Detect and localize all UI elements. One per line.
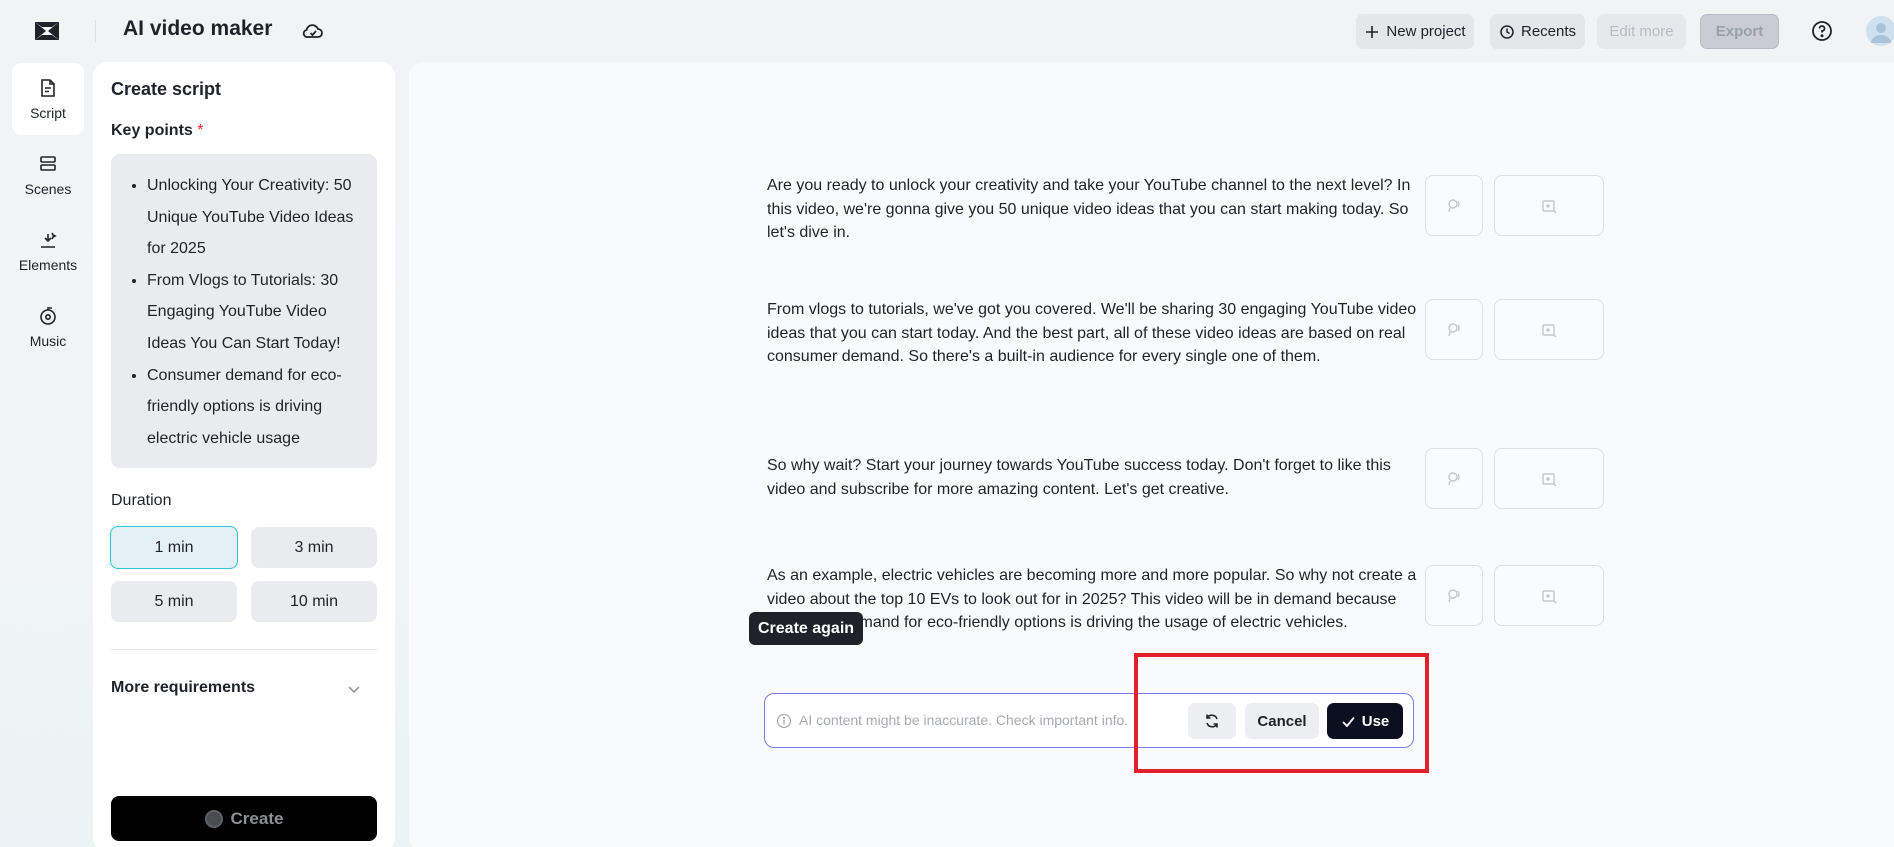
voiceover-button[interactable] bbox=[1425, 299, 1483, 360]
ai-disclaimer: AI content might be inaccurate. Check im… bbox=[799, 712, 1129, 728]
music-icon bbox=[40, 307, 56, 325]
help-icon[interactable] bbox=[1810, 19, 1834, 43]
duration-3-min-button[interactable]: 3 min bbox=[251, 527, 377, 568]
rail-item-scenes[interactable]: Scenes bbox=[12, 139, 84, 211]
add-media-icon bbox=[1542, 589, 1557, 603]
create-script-panel: Create script Key points * Unlocking You… bbox=[93, 62, 395, 847]
edit-more-button[interactable]: Edit more bbox=[1597, 14, 1686, 49]
loading-spinner-icon bbox=[204, 809, 223, 828]
key-point-item: Unlocking Your Creativity: 50 Unique You… bbox=[147, 170, 363, 265]
info-icon bbox=[776, 713, 792, 729]
highlight-box bbox=[1134, 653, 1429, 773]
duration-5-min-button[interactable]: 5 min bbox=[111, 581, 237, 622]
voice-icon bbox=[1448, 198, 1460, 212]
rail-label-script: Script bbox=[30, 105, 66, 121]
key-points-list: Unlocking Your Creativity: 50 Unique You… bbox=[147, 170, 363, 454]
history-icon bbox=[1500, 24, 1514, 39]
rail-label-elements: Elements bbox=[18, 257, 78, 273]
duration-10-min-button[interactable]: 10 min bbox=[251, 581, 377, 622]
recents-label: Recents bbox=[1520, 23, 1577, 40]
key-points-label-text: Key points bbox=[111, 122, 193, 139]
voice-icon bbox=[1448, 471, 1460, 485]
export-button[interactable]: Export bbox=[1700, 14, 1779, 49]
header-divider bbox=[95, 20, 96, 42]
rail-label-music: Music bbox=[29, 333, 67, 349]
elements-icon bbox=[41, 232, 57, 248]
rail-label-scenes: Scenes bbox=[24, 181, 72, 197]
scenes-icon bbox=[40, 156, 56, 171]
script-paragraph[interactable]: Are you ready to unlock your creativity … bbox=[767, 174, 1417, 245]
add-media-button[interactable] bbox=[1494, 565, 1604, 626]
key-point-item: Consumer demand for eco-friendly options… bbox=[147, 360, 363, 455]
create-again-tooltip: Create again bbox=[749, 612, 864, 645]
add-media-icon bbox=[1542, 323, 1557, 337]
duration-1-min-button[interactable]: 1 min bbox=[110, 526, 238, 569]
panel-divider bbox=[111, 649, 377, 650]
script-paragraph[interactable]: From vlogs to tutorials, we've got you c… bbox=[767, 298, 1417, 369]
key-points-input[interactable]: Unlocking Your Creativity: 50 Unique You… bbox=[111, 154, 377, 468]
duration-label: Duration bbox=[111, 492, 172, 509]
recents-button[interactable]: Recents bbox=[1490, 14, 1585, 49]
script-paragraph[interactable]: As an example, electric vehicles are bec… bbox=[767, 564, 1417, 635]
panel-title: Create script bbox=[111, 79, 222, 99]
left-nav-rail: Script Scenes Elements Music bbox=[0, 62, 92, 847]
more-requirements-toggle[interactable]: More requirements bbox=[111, 679, 255, 697]
voice-icon bbox=[1448, 588, 1460, 602]
voiceover-button[interactable] bbox=[1425, 448, 1483, 509]
add-media-button[interactable] bbox=[1494, 175, 1604, 236]
cloud-sync-icon[interactable] bbox=[301, 19, 325, 43]
chevron-down-icon[interactable] bbox=[345, 680, 363, 698]
capcut-logo-icon[interactable] bbox=[32, 18, 62, 44]
voiceover-button[interactable] bbox=[1425, 565, 1483, 626]
script-paragraph[interactable]: So why wait? Start your journey towards … bbox=[767, 454, 1417, 501]
add-media-button[interactable] bbox=[1494, 299, 1604, 360]
add-media-button[interactable] bbox=[1494, 448, 1604, 509]
create-label: Create bbox=[230, 808, 284, 828]
new-project-button[interactable]: New project bbox=[1356, 14, 1474, 49]
user-avatar[interactable] bbox=[1866, 16, 1894, 46]
required-mark: * bbox=[197, 122, 204, 139]
new-project-label: New project bbox=[1386, 23, 1466, 40]
key-points-label: Key points * bbox=[111, 122, 203, 140]
script-icon bbox=[41, 79, 55, 97]
voiceover-button[interactable] bbox=[1425, 175, 1483, 236]
add-media-icon bbox=[1542, 472, 1557, 486]
add-media-icon bbox=[1542, 199, 1557, 213]
create-button[interactable]: Create bbox=[111, 796, 377, 841]
plus-icon bbox=[1366, 25, 1379, 38]
rail-item-elements[interactable]: Elements bbox=[12, 215, 84, 287]
rail-item-script[interactable]: Script bbox=[12, 63, 84, 135]
rail-item-music[interactable]: Music bbox=[12, 291, 84, 363]
app-title: AI video maker bbox=[123, 17, 273, 40]
top-bar: AI video maker New project Recents Edit … bbox=[0, 0, 1894, 62]
key-point-item: From Vlogs to Tutorials: 30 Engaging You… bbox=[147, 265, 363, 360]
voice-icon bbox=[1448, 322, 1460, 336]
